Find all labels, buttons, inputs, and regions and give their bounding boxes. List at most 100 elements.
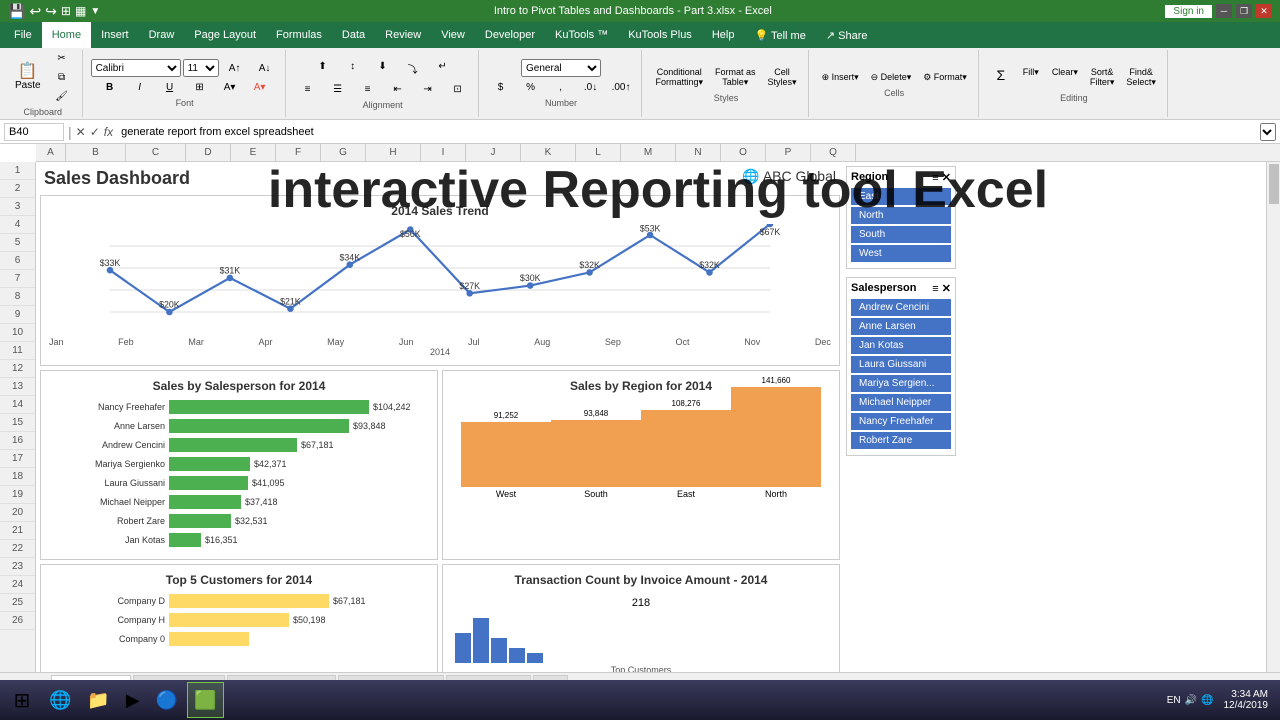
font-color-button[interactable]: A▾	[246, 79, 274, 96]
align-top-button[interactable]: ⬆	[309, 58, 337, 79]
cell-styles-button[interactable]: CellStyles▾	[763, 64, 802, 91]
number-format-select[interactable]: General	[521, 59, 601, 77]
col-header-g[interactable]: G	[321, 144, 366, 161]
font-select[interactable]: Calibri	[91, 59, 181, 77]
align-bottom-button[interactable]: ⬇	[369, 58, 397, 79]
col-header-e[interactable]: E	[231, 144, 276, 161]
region-east-button[interactable]: East	[851, 188, 951, 205]
sp-laura-button[interactable]: Laura Giussani	[851, 356, 951, 373]
tab-view[interactable]: View	[431, 22, 475, 48]
comma-button[interactable]: ,	[547, 79, 575, 96]
autosum-button[interactable]: Σ	[987, 64, 1015, 91]
sign-in-button[interactable]: Sign in	[1165, 5, 1212, 18]
col-header-a[interactable]: A	[36, 144, 66, 161]
col-header-q[interactable]: Q	[811, 144, 856, 161]
percent-button[interactable]: %	[517, 79, 545, 96]
format-button[interactable]: ⚙ Format▾	[918, 69, 972, 86]
close-button[interactable]: ✕	[1256, 4, 1272, 18]
align-middle-button[interactable]: ↕	[339, 58, 367, 79]
tab-share[interactable]: ↗ Share	[816, 22, 878, 48]
underline-button[interactable]: U	[156, 79, 184, 96]
tab-tell-me[interactable]: 💡 Tell me	[744, 22, 815, 48]
text-rotate-button[interactable]: ⤵	[399, 58, 427, 79]
col-header-m[interactable]: M	[621, 144, 676, 161]
col-header-f[interactable]: F	[276, 144, 321, 161]
tab-kutools[interactable]: KuTools ™	[545, 22, 618, 48]
taskbar-network-icon[interactable]: 🌐	[1201, 695, 1213, 706]
sp-anne-button[interactable]: Anne Larsen	[851, 318, 951, 335]
clear-button[interactable]: Clear▾	[1047, 64, 1083, 91]
fill-button[interactable]: Fill▾	[1017, 64, 1045, 91]
col-header-l[interactable]: L	[576, 144, 621, 161]
col-header-j[interactable]: J	[466, 144, 521, 161]
col-header-p[interactable]: P	[766, 144, 811, 161]
align-center-button[interactable]: ☰	[324, 81, 352, 98]
tab-draw[interactable]: Draw	[139, 22, 185, 48]
format-as-table-button[interactable]: Format asTable▾	[710, 64, 761, 91]
tab-review[interactable]: Review	[375, 22, 431, 48]
wrap-text-button[interactable]: ↵	[429, 58, 457, 79]
tab-formulas[interactable]: Formulas	[266, 22, 332, 48]
conditional-formatting-button[interactable]: ConditionalFormatting▾	[650, 64, 708, 91]
col-header-k[interactable]: K	[521, 144, 576, 161]
tab-file[interactable]: File	[4, 22, 42, 48]
bold-button[interactable]: B	[96, 79, 124, 96]
paste-button[interactable]: 📋 Paste	[10, 61, 46, 94]
decrease-indent-button[interactable]: ⇤	[384, 81, 412, 98]
taskbar-chrome[interactable]: 🔵	[149, 682, 185, 718]
border-button[interactable]: ⊞	[186, 79, 214, 96]
sp-nancy-button[interactable]: Nancy Freehafer	[851, 413, 951, 430]
tab-pagelayout[interactable]: Page Layout	[184, 22, 266, 48]
sp-jan-button[interactable]: Jan Kotas	[851, 337, 951, 354]
insert-button[interactable]: ⊕ Insert▾	[817, 69, 864, 86]
taskbar-explorer[interactable]: 📁	[80, 682, 116, 718]
taskbar-excel[interactable]: 🟩	[187, 682, 223, 718]
formula-confirm-button[interactable]: ✓	[90, 125, 100, 139]
region-north-button[interactable]: North	[851, 207, 951, 224]
italic-button[interactable]: I	[126, 79, 154, 96]
delete-button[interactable]: ⊖ Delete▾	[866, 69, 917, 86]
font-grow-button[interactable]: A↑	[221, 60, 249, 77]
col-header-d[interactable]: D	[186, 144, 231, 161]
region-south-button[interactable]: South	[851, 226, 951, 243]
start-button[interactable]: ⊞	[4, 682, 40, 718]
sp-mariya-button[interactable]: Mariya Sergien...	[851, 375, 951, 392]
increase-decimal-button[interactable]: .00↑	[607, 79, 636, 96]
tab-data[interactable]: Data	[332, 22, 375, 48]
restore-button[interactable]: ❐	[1236, 4, 1252, 18]
format-painter-button[interactable]: 🖌	[48, 88, 76, 105]
tab-insert[interactable]: Insert	[91, 22, 139, 48]
scrollbar-thumb[interactable]	[1269, 164, 1279, 204]
taskbar-volume-icon[interactable]: 🔊	[1185, 695, 1197, 706]
font-size-select[interactable]: 11	[183, 59, 219, 77]
sp-robert-button[interactable]: Robert Zare	[851, 432, 951, 449]
col-header-i[interactable]: I	[421, 144, 466, 161]
vertical-scrollbar[interactable]	[1266, 162, 1280, 672]
align-right-button[interactable]: ≡	[354, 81, 382, 98]
col-header-o[interactable]: O	[721, 144, 766, 161]
col-header-h[interactable]: H	[366, 144, 421, 161]
taskbar-media[interactable]: ▶	[119, 682, 147, 718]
fill-color-button[interactable]: A▾	[216, 79, 244, 96]
sort-filter-button[interactable]: Sort&Filter▾	[1085, 64, 1120, 91]
sp-andrew-button[interactable]: Andrew Cencini	[851, 299, 951, 316]
col-header-c[interactable]: C	[126, 144, 186, 161]
font-shrink-button[interactable]: A↓	[251, 60, 279, 77]
align-left-button[interactable]: ≡	[294, 81, 322, 98]
find-select-button[interactable]: Find&Select▾	[1121, 64, 1161, 91]
formula-input[interactable]	[117, 123, 1256, 141]
col-header-b[interactable]: B	[66, 144, 126, 161]
decrease-decimal-button[interactable]: .0↓	[577, 79, 605, 96]
merge-center-button[interactable]: ⊡	[444, 81, 472, 98]
cell-reference-input[interactable]	[4, 123, 64, 141]
formula-dropdown[interactable]	[1260, 123, 1276, 141]
col-header-n[interactable]: N	[676, 144, 721, 161]
increase-indent-button[interactable]: ⇥	[414, 81, 442, 98]
tab-help[interactable]: Help	[702, 22, 745, 48]
sp-michael-button[interactable]: Michael Neipper	[851, 394, 951, 411]
region-west-button[interactable]: West	[851, 245, 951, 262]
tab-kutools-plus[interactable]: KuTools Plus	[618, 22, 702, 48]
tab-home[interactable]: Home	[42, 22, 91, 48]
tab-developer[interactable]: Developer	[475, 22, 545, 48]
copy-button[interactable]: ⧉	[48, 69, 76, 86]
